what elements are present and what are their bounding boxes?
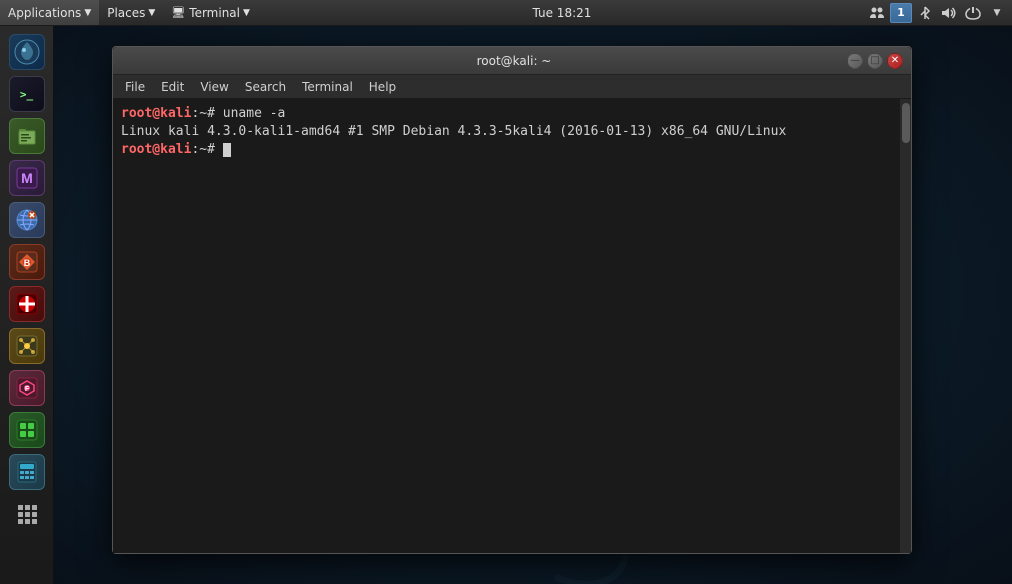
prompt-user-1: root@kali (121, 106, 191, 121)
titlebar-controls: — □ ✕ (847, 53, 903, 69)
files-icon-svg (16, 125, 38, 147)
power-dropdown-arrow: ▼ (994, 8, 1001, 18)
sidebar: >_ M (0, 26, 54, 584)
power-icon (965, 5, 981, 21)
green-app-icon-svg (15, 418, 39, 442)
faraday-icon-svg: F (15, 376, 39, 400)
volume-icon (941, 6, 957, 20)
menu-edit[interactable]: Edit (153, 78, 192, 96)
sidebar-faraday-icon[interactable]: F (9, 370, 45, 406)
sidebar-terminal-icon[interactable]: >_ (9, 76, 45, 112)
command-line-2: root@kali:~# (121, 141, 891, 159)
terminal-symbol: >_ (20, 88, 33, 101)
sidebar-grid-icon[interactable] (9, 496, 45, 532)
places-label: Places (107, 6, 145, 20)
terminal-titlebar: root@kali: ~ — □ ✕ (113, 47, 911, 75)
menu-search[interactable]: Search (237, 78, 294, 96)
applications-label: Applications (8, 6, 81, 20)
power-btn[interactable] (962, 2, 984, 24)
terminal-menu[interactable]: 🖥 Terminal ▼ (163, 0, 258, 25)
datetime-display: Tue 18:21 (533, 6, 592, 20)
places-menu[interactable]: Places ▼ (99, 0, 163, 25)
terminal-content[interactable]: root@kali:~# uname -a Linux kali 4.3.0-k… (113, 99, 911, 553)
svg-text:B: B (23, 258, 30, 268)
terminal-window: root@kali: ~ — □ ✕ File Edit View Search… (112, 46, 912, 554)
terminal-cursor (223, 143, 231, 157)
menu-file[interactable]: File (117, 78, 153, 96)
places-arrow: ▼ (148, 8, 155, 18)
sidebar-files-icon[interactable] (9, 118, 45, 154)
people-icon-btn[interactable] (866, 2, 888, 24)
panel-left: Applications ▼ Places ▼ 🖥 Terminal ▼ (0, 0, 258, 25)
workspace-number: 1 (897, 6, 905, 19)
sidebar-green-app-icon[interactable] (9, 412, 45, 448)
terminal-arrow: ▼ (243, 8, 250, 18)
panel-right: 1 ▼ (866, 0, 1012, 25)
menu-terminal[interactable]: Terminal (294, 78, 361, 96)
desktop: Applications ▼ Places ▼ 🖥 Terminal ▼ Tue… (0, 0, 1012, 584)
menu-help[interactable]: Help (361, 78, 404, 96)
prompt-user-2: root@kali (121, 142, 191, 157)
people-icon (869, 5, 885, 21)
terminal-menu-icon: 🖥 (171, 6, 185, 19)
prompt-dir-2: ~ (199, 142, 207, 157)
prompt-hash-1: # (207, 106, 215, 121)
iceweasel-icon-svg (15, 208, 39, 232)
maltego-icon-svg (15, 334, 39, 358)
cmd-2 (215, 142, 223, 157)
command-line-1: root@kali:~# uname -a (121, 105, 891, 123)
sidebar-kali-icon[interactable] (9, 34, 45, 70)
minimize-button[interactable]: — (847, 53, 863, 69)
metasploit-icon-svg: M (15, 166, 39, 190)
terminal-scrollbar[interactable] (899, 99, 911, 553)
terminal-title: root@kali: ~ (181, 54, 847, 68)
bluetooth-icon (918, 5, 932, 21)
prompt-dir-1: ~ (199, 106, 207, 121)
kali-logo (13, 38, 41, 66)
sidebar-bloody-icon[interactable] (9, 286, 45, 322)
sidebar-iceweasel-icon[interactable] (9, 202, 45, 238)
volume-btn[interactable] (938, 2, 960, 24)
close-button[interactable]: ✕ (887, 53, 903, 69)
calc-icon-svg (15, 460, 39, 484)
terminal-label: Terminal (189, 6, 240, 20)
sidebar-burp-icon[interactable]: B (9, 244, 45, 280)
top-panel: Applications ▼ Places ▼ 🖥 Terminal ▼ Tue… (0, 0, 1012, 26)
prompt-hash-2: # (207, 142, 215, 157)
workspace-badge[interactable]: 1 (890, 3, 912, 23)
terminal-output[interactable]: root@kali:~# uname -a Linux kali 4.3.0-k… (113, 99, 899, 553)
bloody-icon-svg (15, 292, 39, 316)
maximize-button[interactable]: □ (867, 53, 883, 69)
panel-center: Tue 18:21 (258, 6, 866, 20)
applications-arrow: ▼ (84, 8, 91, 18)
output-line-1: Linux kali 4.3.0-kali1-amd64 #1 SMP Debi… (121, 123, 891, 141)
burp-icon-svg: B (15, 250, 39, 274)
grid-icon-svg (16, 503, 38, 525)
power-arrow-btn[interactable]: ▼ (986, 2, 1008, 24)
applications-menu[interactable]: Applications ▼ (0, 0, 99, 25)
sidebar-calc-icon[interactable] (9, 454, 45, 490)
sidebar-maltego-icon[interactable] (9, 328, 45, 364)
terminal-menubar: File Edit View Search Terminal Help (113, 75, 911, 99)
cmd-1: uname -a (215, 106, 285, 121)
scrollbar-thumb[interactable] (902, 103, 910, 143)
bluetooth-btn[interactable] (914, 2, 936, 24)
svg-text:M: M (21, 170, 33, 186)
menu-view[interactable]: View (192, 78, 236, 96)
sidebar-metasploit-icon[interactable]: M (9, 160, 45, 196)
svg-text:F: F (24, 386, 29, 393)
